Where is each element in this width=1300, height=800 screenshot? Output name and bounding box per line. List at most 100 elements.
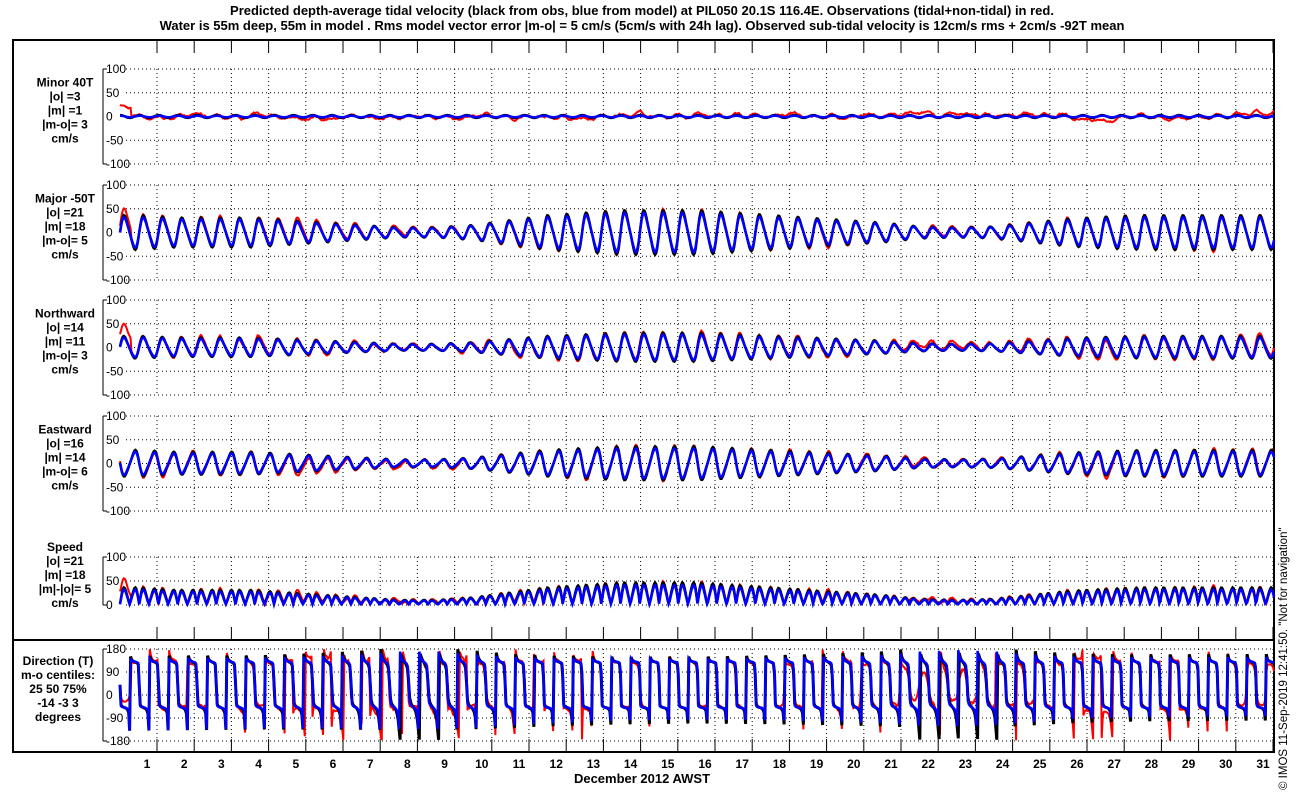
- tidal-velocity-chart: Predicted depth-average tidal velocity (…: [12, 3, 1290, 790]
- panel-label: |m| =14: [44, 451, 85, 465]
- panel-label: Northward: [35, 307, 95, 321]
- panel-major: Major -50T|o| =21|m| =18|m-o|= 5cm/s 100 5…: [35, 178, 1276, 287]
- y-tick-label: 180: [106, 642, 126, 656]
- x-tick-label: 10: [475, 757, 489, 771]
- y-tick-label: 50: [106, 317, 120, 331]
- x-tick-label: 11: [513, 757, 526, 771]
- chart-title-line-2: Water is 55m deep, 55m in model . Rms mo…: [160, 18, 1125, 33]
- x-tick-label: 22: [922, 757, 936, 771]
- x-tick-label: 9: [441, 757, 448, 771]
- panel-label: cm/s: [51, 596, 79, 610]
- panel-label: |m-o|= 5: [42, 234, 88, 248]
- credit-text: © IMOS 11-Sep-2019 12:41:50. "Not for na…: [1278, 527, 1290, 790]
- y-tick-label: 0: [106, 110, 113, 124]
- x-tick-label: 14: [624, 757, 638, 771]
- y-tick-label: -50: [106, 133, 124, 147]
- y-tick-label: 0: [106, 457, 113, 471]
- panel-speed: Speed|o| =21|m| =18|m|-|o|= 5cm/s 100 50 0: [39, 540, 1276, 612]
- x-tick-label: 18: [773, 757, 787, 771]
- y-tick-label: 0: [106, 598, 113, 612]
- panel-label: cm/s: [51, 132, 79, 146]
- model-blue-line: [120, 114, 1275, 119]
- panel-label: |m| =18: [44, 220, 85, 234]
- panel-label: |m| =18: [44, 568, 85, 582]
- x-tick-label: 15: [661, 757, 675, 771]
- x-tick-label: 5: [292, 757, 299, 771]
- panel-label: |m-o|= 3: [42, 118, 88, 132]
- model-blue-line: [118, 583, 1276, 610]
- x-tick-label: 17: [736, 757, 750, 771]
- y-tick-label: 0: [106, 226, 113, 240]
- x-tick-label: 6: [330, 757, 337, 771]
- y-tick-label: 100: [106, 409, 126, 423]
- panel-label: |o| =3: [49, 90, 80, 104]
- x-tick-label: 1: [144, 757, 151, 771]
- x-tick-label: 24: [996, 757, 1010, 771]
- panel-label: Eastward: [38, 423, 91, 437]
- x-tick-label: 25: [1033, 757, 1047, 771]
- x-tick-label: 28: [1145, 757, 1159, 771]
- observed-red-line: [119, 103, 1275, 124]
- panel-label: |o| =21: [46, 554, 84, 568]
- panel-minor: Minor 40T|o| =3|m| =1|m-o|= 3cm/s 100 50 0 -…: [37, 62, 1275, 171]
- panel-label: |o| =16: [46, 437, 84, 451]
- x-tick-label: 3: [218, 757, 225, 771]
- panel-label: cm/s: [51, 479, 79, 493]
- y-tick-label: 0: [106, 341, 113, 355]
- y-tick-label: 0: [106, 688, 113, 702]
- chart-title-line-1: Predicted depth-average tidal velocity (…: [230, 3, 1054, 18]
- y-tick-label: 90: [106, 665, 120, 679]
- panel-label: Major -50T: [35, 192, 96, 206]
- x-tick-label: 13: [587, 757, 601, 771]
- panel-label: |o| =21: [46, 206, 84, 220]
- x-tick-label: 27: [1108, 757, 1122, 771]
- panel-label: cm/s: [51, 248, 79, 262]
- x-tick-label: 29: [1182, 757, 1196, 771]
- y-tick-label: 100: [106, 62, 126, 76]
- x-tick-label: 8: [404, 757, 411, 771]
- x-tick-label: 4: [255, 757, 262, 771]
- panel-label: |o| =14: [46, 321, 84, 335]
- y-tick-label: 50: [106, 433, 120, 447]
- model-blue-line: [118, 446, 1276, 480]
- x-tick-label: 23: [959, 757, 973, 771]
- panel-label: degrees: [35, 710, 81, 724]
- x-tick-label: 30: [1219, 757, 1233, 771]
- y-tick-label: -50: [106, 480, 124, 494]
- panel-label: Speed: [47, 540, 83, 554]
- y-tick-label: 50: [106, 86, 120, 100]
- plot-frame: [12, 39, 1275, 753]
- panels: Minor 40T|o| =3|m| =1|m-o|= 3cm/s100500-…: [21, 62, 1276, 748]
- panel-label: |m|-|o|= 5: [39, 582, 92, 596]
- y-tick-label: 100: [106, 178, 126, 192]
- y-tick-label: 50: [106, 574, 120, 588]
- panel-label: |m| =11: [45, 335, 86, 349]
- y-tick-label: -50: [106, 249, 124, 263]
- panel-label: |m-o|= 3: [42, 349, 88, 363]
- y-tick-label: -50: [106, 364, 124, 378]
- y-tick-label: 50: [106, 202, 120, 216]
- x-tick-label: 20: [847, 757, 861, 771]
- panel-label: cm/s: [51, 363, 79, 377]
- panel-label: Minor 40T: [37, 76, 94, 90]
- x-tick-label: 19: [810, 757, 824, 771]
- panel-north: Northward|o| =14|m| =11|m-o|= 3cm/s 100 50…: [35, 293, 1276, 402]
- x-tick-label: 7: [367, 757, 374, 771]
- panel-label: 25 50 75%: [29, 682, 87, 696]
- panel-label: |m| =1: [48, 104, 83, 118]
- panel-label: m-o centiles:: [21, 668, 95, 682]
- panel-dir: Direction (T)m-o centiles:25 50 75%-14 -…: [21, 642, 1276, 748]
- x-tick-label: 2: [181, 757, 188, 771]
- y-tick-label: -90: [106, 711, 124, 725]
- panel-east: Eastward|o| =16|m| =14|m-o|= 6cm/s 100 50 0…: [38, 409, 1276, 518]
- x-axis-label: December 2012 AWST: [574, 771, 710, 786]
- panel-label: |m-o|= 6: [42, 465, 88, 479]
- x-tick-label: 31: [1256, 757, 1270, 771]
- y-tick-label: 100: [106, 550, 126, 564]
- x-tick-label: 26: [1070, 757, 1084, 771]
- panel-label: -14 -3 3: [37, 696, 79, 710]
- x-tick-label: 12: [550, 757, 564, 771]
- x-tick-label: 21: [884, 757, 898, 771]
- panel-label: Direction (T): [23, 654, 94, 668]
- y-tick-label: 100: [106, 293, 126, 307]
